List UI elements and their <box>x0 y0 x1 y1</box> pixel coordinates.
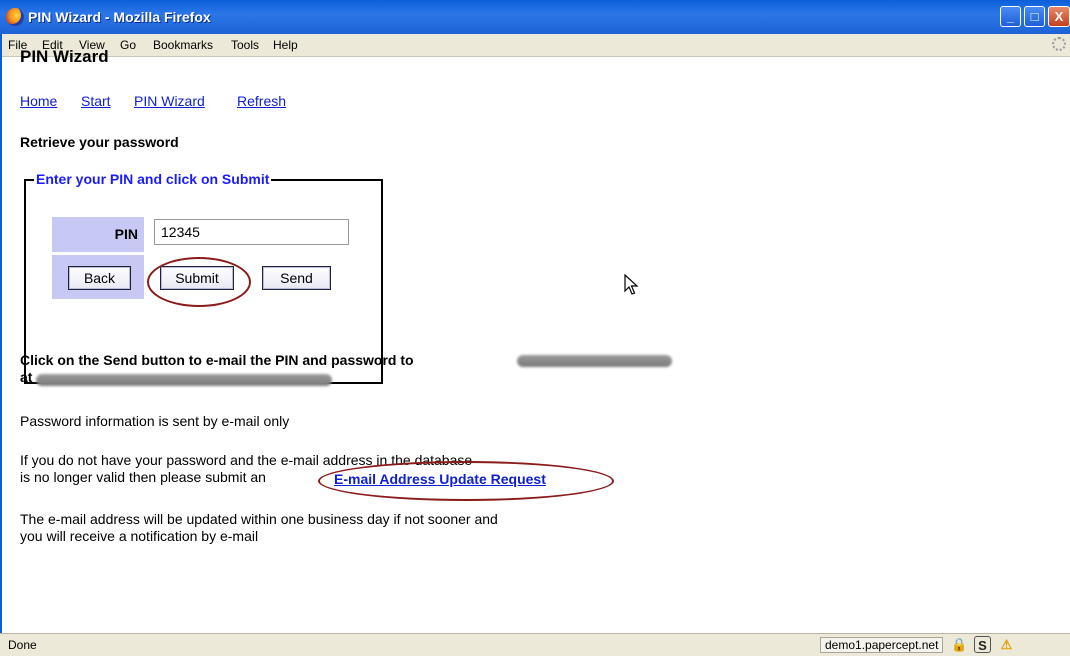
notice-line-1: The e-mail address will be updated withi… <box>20 511 498 527</box>
notice-line-2: you will receive a notification by e-mai… <box>20 528 259 544</box>
nav-link-refresh[interactable]: Refresh <box>237 93 286 109</box>
window-title: PIN Wizard - Mozilla Firefox <box>28 9 211 25</box>
redacted-name <box>517 355 672 367</box>
back-button[interactable]: Back <box>68 266 131 290</box>
lock-icon[interactable]: 🔒 <box>951 636 968 653</box>
nav-link-pin-wizard[interactable]: PIN Wizard <box>134 93 205 109</box>
info-text: Password information is sent by e-mail o… <box>20 413 290 429</box>
maximize-button[interactable]: □ <box>1024 6 1045 27</box>
menu-go[interactable]: Go <box>120 38 136 52</box>
send-button[interactable]: Send <box>262 266 331 290</box>
email-update-request-link[interactable]: E-mail Address Update Request <box>334 471 546 487</box>
minimize-button[interactable]: _ <box>1000 6 1021 27</box>
status-bar: Done demo1.papercept.net 🔒 S ⚠ <box>0 633 1070 656</box>
redacted-email <box>36 374 332 386</box>
s-icon[interactable]: S <box>974 636 991 653</box>
page-title: PIN Wizard <box>20 47 109 66</box>
activity-throbber-icon <box>1052 37 1066 51</box>
warning-icon[interactable]: ⚠ <box>998 636 1015 653</box>
section-heading: Retrieve your password <box>20 134 179 150</box>
pin-form-legend: Enter your PIN and click on Submit <box>34 171 272 187</box>
title-bar: PIN Wizard - Mozilla Firefox _ □ X <box>0 0 1070 34</box>
nav-link-home[interactable]: Home <box>20 93 57 109</box>
update-line-1: If you do not have your password and the… <box>20 452 473 468</box>
mouse-pointer-icon <box>624 274 639 295</box>
submit-button[interactable]: Submit <box>160 266 234 290</box>
menu-help[interactable]: Help <box>273 38 298 52</box>
nav-link-start[interactable]: Start <box>81 93 111 109</box>
menu-bar: File Edit View Go Bookmarks Tools Help <box>0 34 1070 57</box>
status-domain[interactable]: demo1.papercept.net <box>820 637 944 653</box>
status-text: Done <box>8 638 37 652</box>
close-button[interactable]: X <box>1048 6 1070 27</box>
window-left-border <box>0 34 2 655</box>
pin-label-cell: PIN <box>52 217 144 252</box>
menu-tools[interactable]: Tools <box>231 38 259 52</box>
notice-paragraph: The e-mail address will be updated withi… <box>20 511 498 545</box>
pin-input[interactable] <box>154 219 349 245</box>
send-line-1: Click on the Send button to e-mail the P… <box>20 352 414 368</box>
menu-bookmarks[interactable]: Bookmarks <box>153 38 213 52</box>
pin-label: PIN <box>114 226 138 242</box>
firefox-logo-icon <box>6 8 24 26</box>
